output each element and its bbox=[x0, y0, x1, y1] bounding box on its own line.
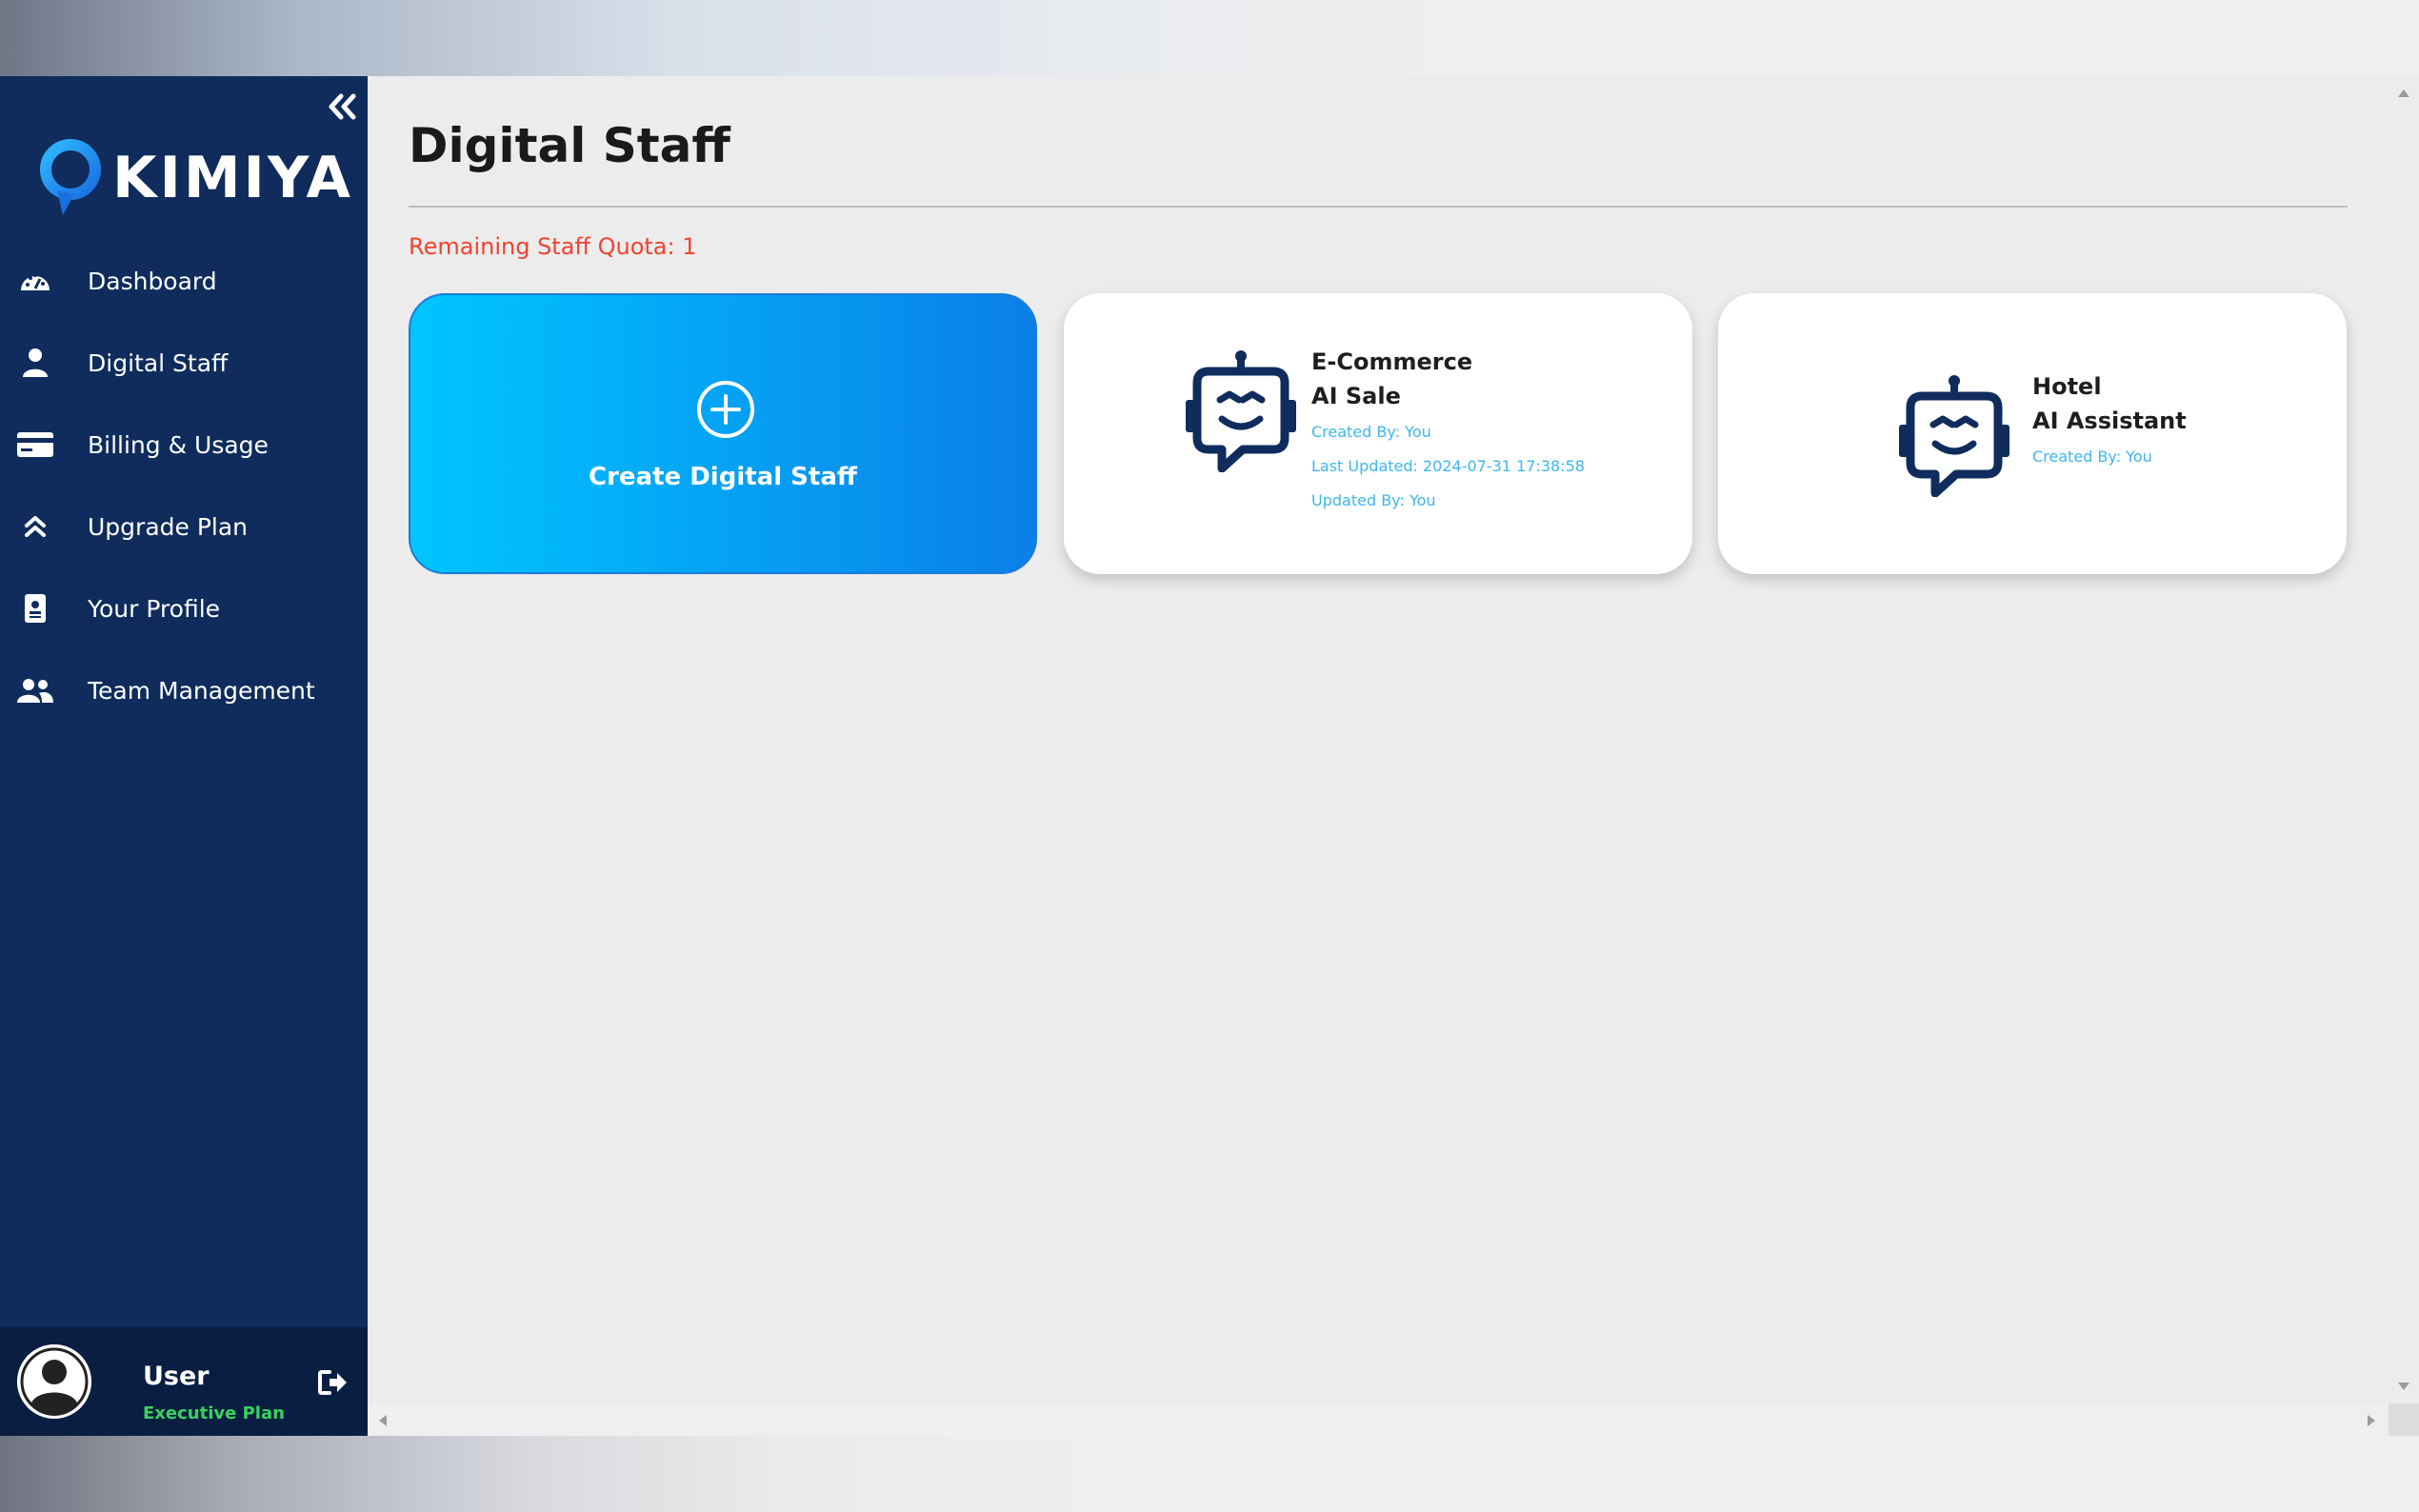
sidebar-item-digital-staff[interactable]: Digital Staff bbox=[0, 322, 368, 404]
user-plan-badge: Executive Plan bbox=[143, 1403, 285, 1423]
page-title: Digital Staff bbox=[409, 118, 730, 173]
user-icon bbox=[15, 343, 55, 383]
sidebar: KIMIYA Dashboard Digital Staff Billing &… bbox=[0, 76, 368, 1436]
title-divider bbox=[409, 206, 2348, 208]
create-digital-staff-label: Create Digital Staff bbox=[589, 463, 857, 491]
sidebar-item-upgrade-plan[interactable]: Upgrade Plan bbox=[0, 486, 368, 567]
vertical-scrollbar[interactable] bbox=[2389, 76, 2419, 1403]
plus-circle-icon bbox=[697, 381, 754, 438]
staff-card-hotel[interactable]: Hotel AI Assistant Created By: You bbox=[1718, 293, 2347, 574]
logout-icon bbox=[318, 1370, 347, 1395]
window-backdrop-bottom bbox=[0, 1436, 2419, 1512]
scroll-left-icon[interactable] bbox=[379, 1415, 387, 1426]
sidebar-item-team-management[interactable]: Team Management bbox=[0, 649, 368, 731]
chat-bubble-logo-icon bbox=[40, 139, 101, 215]
double-chevron-up-icon bbox=[15, 507, 55, 547]
user-avatar-icon bbox=[17, 1344, 91, 1419]
sidebar-item-dashboard[interactable]: Dashboard bbox=[0, 240, 368, 322]
sidebar-nav: Dashboard Digital Staff Billing & Usage … bbox=[0, 240, 368, 731]
sidebar-item-label: Your Profile bbox=[88, 594, 221, 623]
collapse-sidebar-button[interactable] bbox=[324, 88, 362, 126]
staff-title-line2: AI Sale bbox=[1311, 383, 1401, 409]
staff-created-by: Created By: You bbox=[2032, 448, 2152, 466]
sidebar-item-billing[interactable]: Billing & Usage bbox=[0, 404, 368, 486]
brand-logo: KIMIYA bbox=[36, 135, 353, 221]
sidebar-item-your-profile[interactable]: Your Profile bbox=[0, 567, 368, 649]
staff-quota-text: Remaining Staff Quota: 1 bbox=[409, 233, 697, 260]
staff-card-ecommerce[interactable]: E-Commerce AI Sale Created By: You Last … bbox=[1064, 293, 1692, 574]
scroll-up-icon[interactable] bbox=[2398, 90, 2409, 97]
window-backdrop-top bbox=[0, 0, 2419, 76]
avatar[interactable] bbox=[17, 1344, 91, 1419]
robot-chat-icon bbox=[1186, 350, 1296, 472]
staff-title-line2: AI Assistant bbox=[2032, 408, 2187, 434]
sidebar-item-label: Upgrade Plan bbox=[88, 512, 249, 541]
dashboard-gauge-icon bbox=[15, 261, 55, 301]
scroll-right-icon[interactable] bbox=[2368, 1415, 2375, 1426]
user-name: User bbox=[143, 1362, 210, 1391]
staff-created-by: Created By: You bbox=[1311, 423, 1431, 441]
staff-title-line1: E-Commerce bbox=[1311, 348, 1473, 375]
staff-last-updated: Last Updated: 2024-07-31 17:38:58 bbox=[1311, 457, 1585, 475]
app-window: KIMIYA Dashboard Digital Staff Billing &… bbox=[0, 76, 2419, 1436]
logout-button[interactable] bbox=[314, 1363, 352, 1402]
double-chevron-left-icon bbox=[329, 93, 356, 120]
id-badge-icon bbox=[15, 588, 55, 628]
users-icon bbox=[15, 670, 55, 710]
scrollbar-corner bbox=[2389, 1403, 2419, 1436]
sidebar-item-label: Digital Staff bbox=[88, 348, 229, 377]
sidebar-item-label: Team Management bbox=[88, 676, 315, 705]
scroll-down-icon[interactable] bbox=[2398, 1383, 2409, 1390]
staff-updated-by: Updated By: You bbox=[1311, 491, 1436, 509]
brand-name: KIMIYA bbox=[112, 145, 353, 211]
horizontal-scrollbar[interactable] bbox=[368, 1403, 2389, 1436]
user-account-panel: User Executive Plan bbox=[0, 1327, 368, 1436]
sidebar-item-label: Dashboard bbox=[88, 267, 217, 295]
robot-chat-icon bbox=[1899, 375, 2009, 497]
staff-title-line1: Hotel bbox=[2032, 373, 2102, 400]
main-content: Digital Staff Remaining Staff Quota: 1 C… bbox=[368, 76, 2390, 1403]
sidebar-item-label: Billing & Usage bbox=[88, 430, 269, 459]
credit-card-icon bbox=[15, 425, 55, 465]
create-digital-staff-card[interactable]: Create Digital Staff bbox=[409, 293, 1037, 574]
